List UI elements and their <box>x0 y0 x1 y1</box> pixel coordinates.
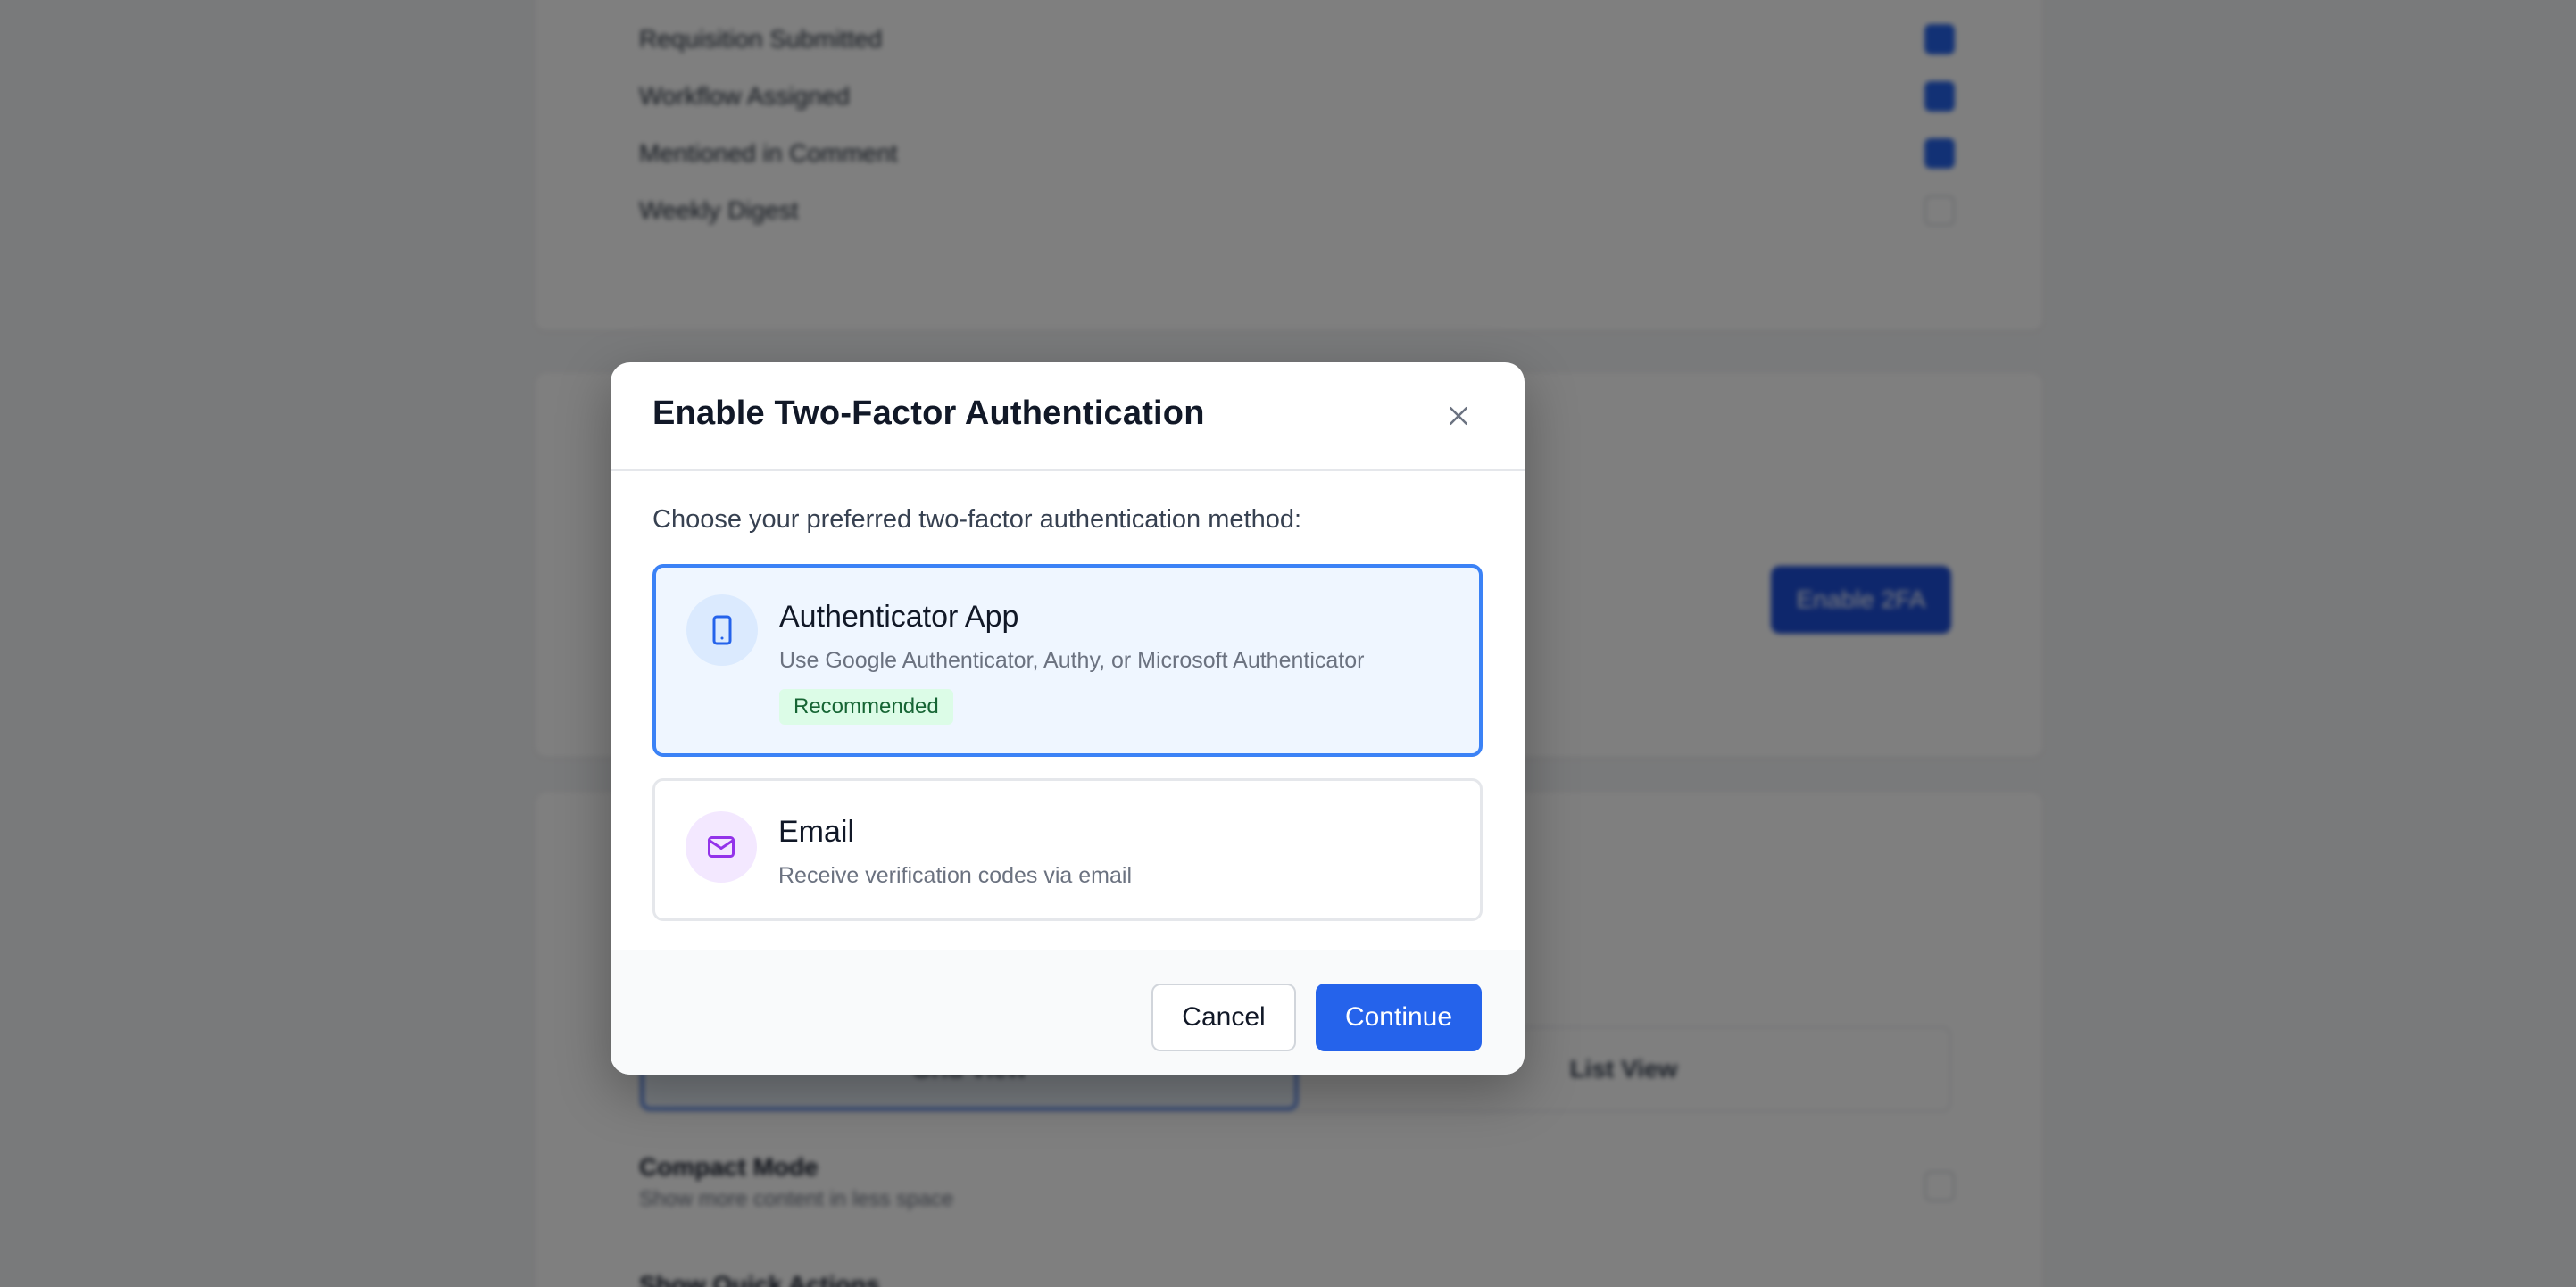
settings-page: Requisition Submitted Workflow Assigned … <box>0 0 2576 1287</box>
two-factor-modal: Enable Two-Factor Authentication Choose … <box>611 362 1525 1075</box>
modal-title: Enable Two-Factor Authentication <box>652 394 1205 432</box>
modal-header: Enable Two-Factor Authentication <box>611 362 1525 471</box>
email-icon-circle <box>686 811 757 883</box>
option-title: Email <box>778 815 855 849</box>
authenticator-app-option[interactable]: Authenticator App Use Google Authenticat… <box>652 564 1483 757</box>
continue-button[interactable]: Continue <box>1316 984 1482 1051</box>
option-title: Authenticator App <box>779 600 1019 634</box>
authenticator-icon-circle <box>686 594 758 666</box>
option-description: Use Google Authenticator, Authy, or Micr… <box>779 648 1365 673</box>
recommended-badge: Recommended <box>779 689 953 725</box>
close-button[interactable] <box>1441 398 1476 434</box>
mail-icon <box>708 836 735 858</box>
close-icon <box>1450 407 1467 425</box>
method-prompt: Choose your preferred two-factor authent… <box>652 505 1302 534</box>
option-description: Receive verification codes via email <box>778 863 1133 888</box>
email-option[interactable]: Email Receive verification codes via ema… <box>652 778 1483 921</box>
modal-footer: Cancel Continue <box>611 950 1525 1075</box>
smartphone-icon <box>712 615 732 645</box>
cancel-button[interactable]: Cancel <box>1151 984 1296 1051</box>
